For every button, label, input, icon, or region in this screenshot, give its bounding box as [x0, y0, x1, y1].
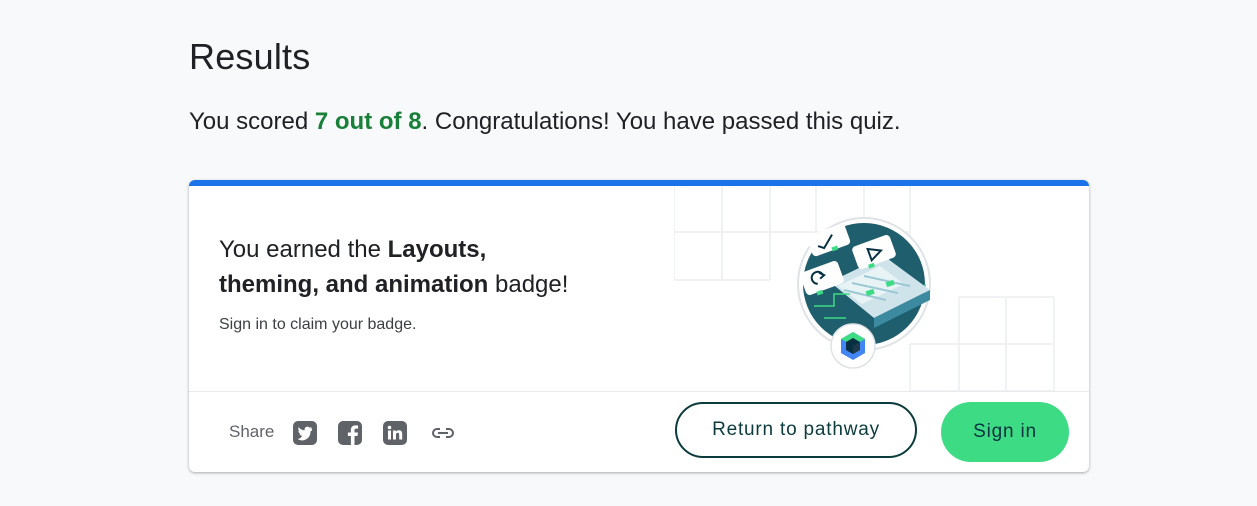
score-suffix: . Congratulations! You have passed this … — [421, 108, 901, 135]
return-to-pathway-button[interactable]: Return to pathway — [675, 402, 917, 458]
facebook-icon[interactable] — [337, 420, 363, 446]
badge-name-line1: Layouts, — [387, 236, 487, 263]
badge-card: You earned the Layouts, theming, and anim… — [189, 180, 1089, 472]
badge-heading-suffix: badge! — [488, 271, 569, 298]
quiz-results-page: Results You scored 7 out of 8. Congratul… — [0, 0, 1257, 506]
share-label: Share — [229, 422, 275, 441]
badge-heading: You earned the Layouts, theming, and anim… — [219, 232, 639, 302]
score-summary: You scored 7 out of 8. Congratulations! … — [189, 108, 901, 136]
page-title: Results — [189, 36, 311, 77]
score-prefix: You scored — [189, 108, 315, 135]
twitter-icon[interactable] — [292, 420, 318, 446]
link-icon[interactable] — [429, 420, 457, 446]
badge-name-line2: theming, and animation — [219, 271, 489, 298]
card-divider — [189, 391, 1089, 392]
badge-heading-prefix: You earned the — [219, 236, 388, 263]
score-value: 7 out of 8 — [314, 108, 422, 135]
decorative-grid-bottom — [909, 296, 1055, 391]
linkedin-icon[interactable] — [382, 420, 408, 446]
sign-in-button[interactable]: Sign in — [941, 402, 1069, 462]
badge-illustration — [674, 186, 1055, 391]
signin-hint: Sign in to claim your badge. — [219, 316, 417, 333]
